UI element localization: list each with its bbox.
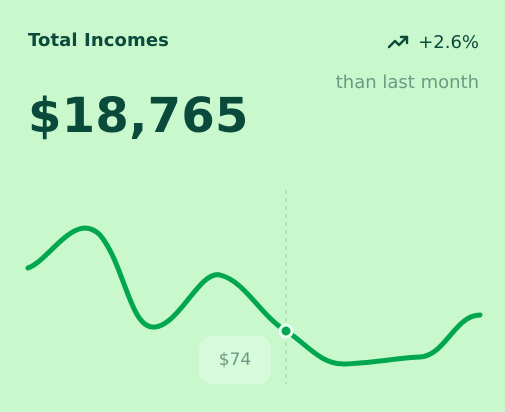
total-amount: $18,765 — [28, 88, 249, 144]
trend-up-icon — [386, 30, 410, 54]
card-title: Total Incomes — [28, 30, 169, 51]
trend-value: +2.6% — [418, 31, 479, 53]
income-card: Total Incomes +2.6% than last month $18,… — [0, 0, 505, 412]
comparison-label: than last month — [335, 72, 479, 93]
hover-point — [278, 323, 294, 339]
tooltip-value: $74 — [218, 350, 252, 370]
hover-tooltip: $74 — [199, 336, 271, 384]
trend-indicator: +2.6% — [386, 30, 479, 54]
